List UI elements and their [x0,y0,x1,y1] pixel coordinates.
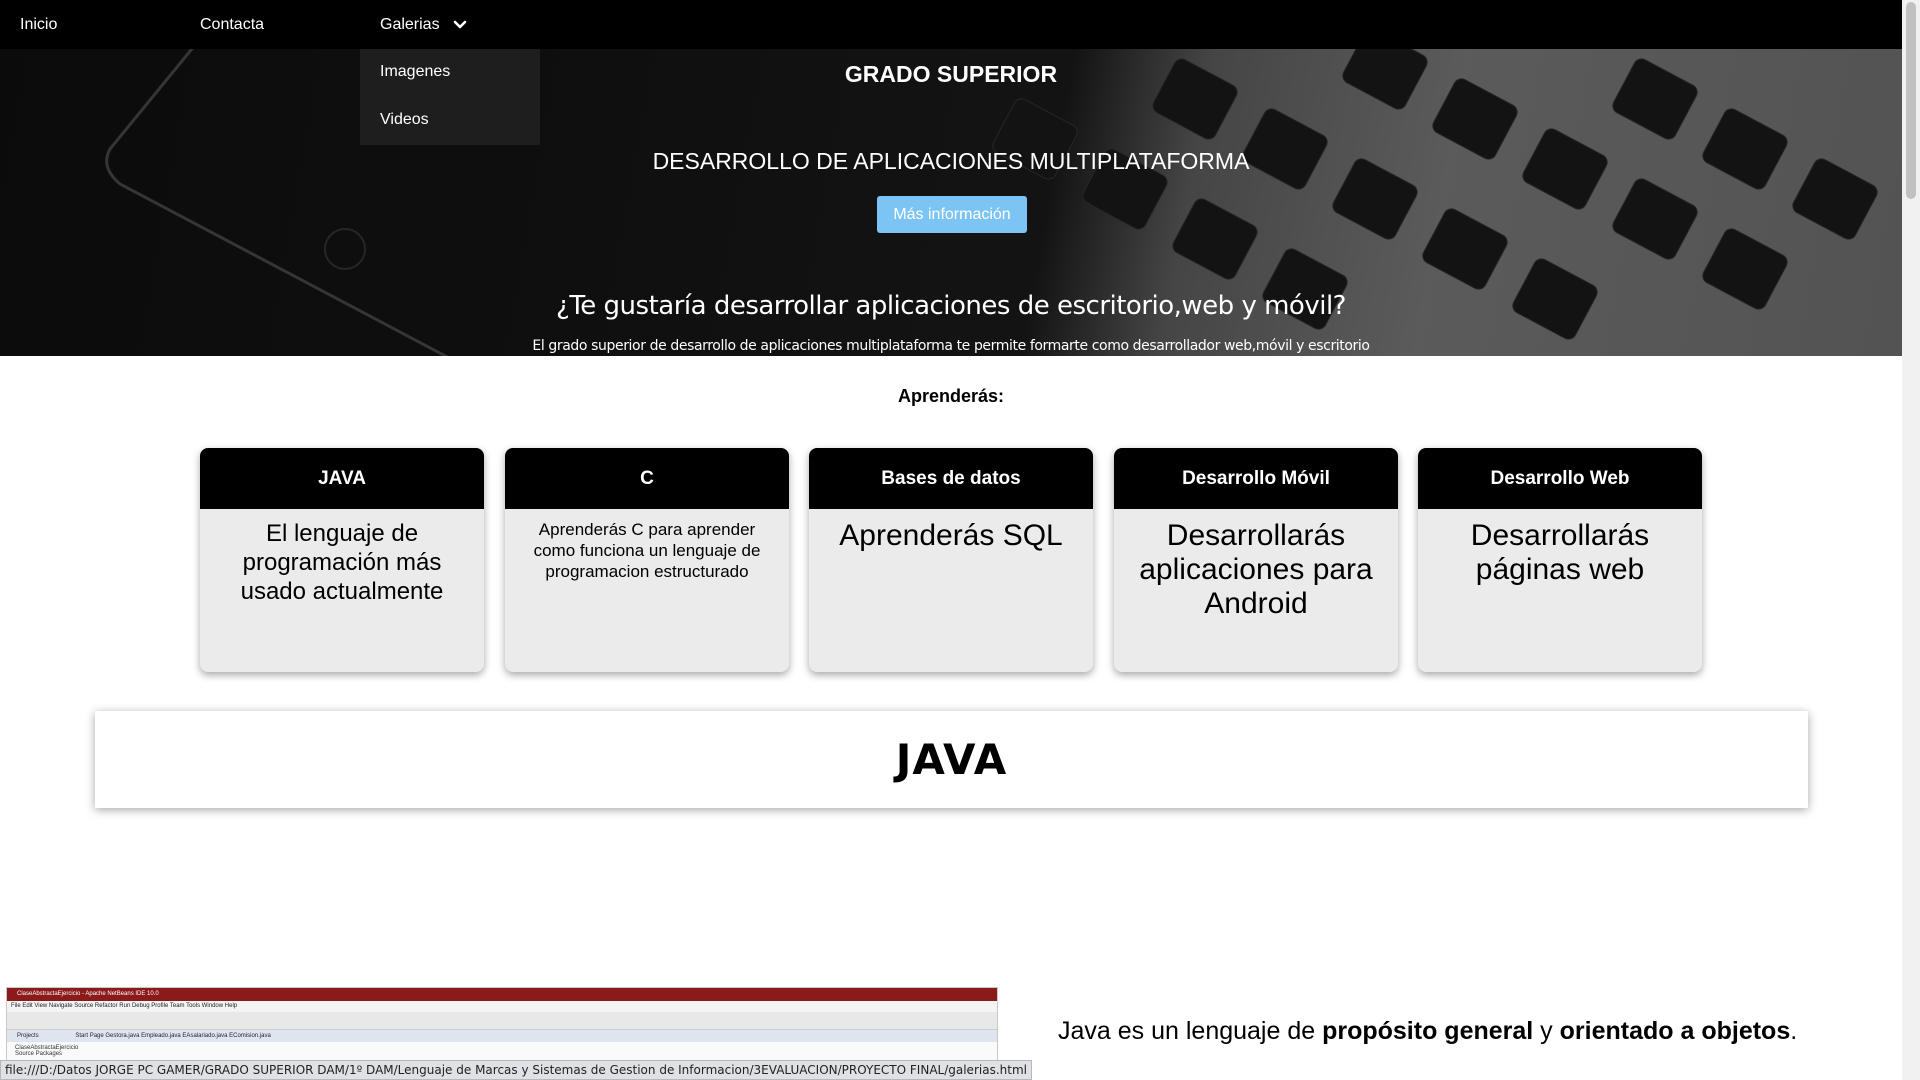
link-status-bar: file:///D:/Datos JORGE PC GAMER/GRADO SU… [0,1060,1032,1080]
scrollbar-thumb[interactable] [1906,2,1916,199]
card-title: C [505,448,789,509]
card-body: Desarrollarás aplicaciones para Android [1139,519,1373,620]
card-body: Desarrollarás páginas web [1470,519,1650,586]
vertical-scrollbar[interactable] [1902,0,1920,1080]
course-card-java: JAVA El lenguaje de programación más usa… [200,448,484,672]
mas-informacion-button[interactable]: Más información [877,196,1027,233]
thumb-source-label: Source Packages [15,1051,63,1057]
java-desc-bold-1: propósito general [1322,1017,1534,1045]
dropdown-item-imagenes[interactable]: Imagenes [380,63,450,81]
learn-heading: Aprenderás: [897,386,1005,406]
thumb-tabs-text: Start Page Gestora.java Empleado.java EA… [75,1033,271,1039]
hero-title: GRADO SUPERIOR [844,61,1058,87]
thumb-toolbar [7,1012,997,1030]
thumb-projects-label: Projects [17,1033,39,1039]
course-card-desarrollo-movil: Desarrollo Móvil Desarrollarás aplicacio… [1114,448,1398,672]
hero-banner: GRADO SUPERIOR DESARROLLO DE APLICACIONE… [0,49,1902,356]
card-title: Desarrollo Móvil [1114,448,1398,509]
java-desc-text-1: Java es un lenguaje de [1058,1017,1323,1045]
top-navbar: Inicio Contacta Galerias [0,0,1902,49]
card-title: Bases de datos [809,448,1093,509]
course-card-c: C Aprenderás C para aprender como funcio… [505,448,789,672]
java-desc-bold-2: orientado a objetos [1559,1017,1791,1045]
java-desc-text-3: . [1790,1017,1798,1045]
java-description: Java es un lenguaje de propósito general… [1058,1017,1797,1046]
hero-subtitle: DESARROLLO DE APLICACIONES MULTIPLATAFOR… [652,148,1250,174]
nav-galerias-menu[interactable]: Galerias [380,0,468,49]
thumb-menu-bar: File Edit View Navigate Source Refactor … [7,1001,997,1012]
nav-inicio-link[interactable]: Inicio [20,0,57,49]
course-card-desarrollo-web: Desarrollo Web Desarrollarás páginas web [1418,448,1702,672]
hero-description: El grado superior de desarrollo de aplic… [532,338,1370,354]
hero-question: ¿Te gustaría desarrollar aplicaciones de… [556,291,1346,321]
dropdown-item-videos[interactable]: Videos [380,111,429,129]
thumb-window-title: ClaseAbstractaEjercicio - Apache NetBean… [7,988,997,1001]
nav-galerias-label: Galerias [380,16,440,33]
nav-contacta-link[interactable]: Contacta [200,0,264,49]
card-body: El lenguaje de programación más usado ac… [240,520,444,605]
thumb-editor-tabs: Projects Start Page Gestora.java Emplead… [7,1030,997,1042]
card-body: Aprenderás C para aprender como funciona… [533,520,761,581]
course-card-bases-de-datos: Bases de datos Aprenderás SQL [809,448,1093,672]
card-title: JAVA [200,448,484,509]
galerias-dropdown: Imagenes Videos [360,49,540,145]
card-body: Aprenderás SQL [839,519,1063,552]
card-title: Desarrollo Web [1418,448,1702,509]
chevron-down-icon [453,20,466,28]
java-section-heading: JAVA [95,711,1808,808]
java-desc-text-2: y [1533,1017,1560,1045]
